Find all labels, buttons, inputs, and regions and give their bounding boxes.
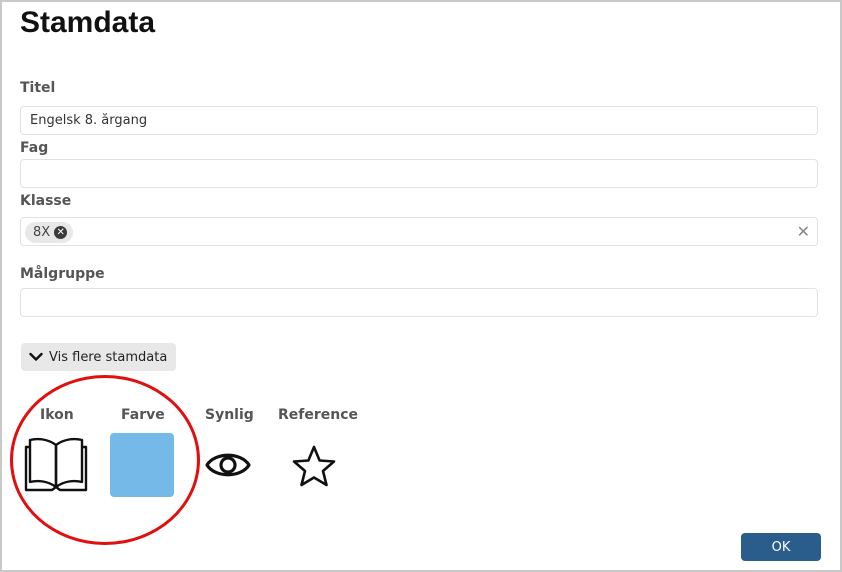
clear-icon[interactable]: ✕ — [797, 222, 810, 242]
klasse-chip-label: 8X — [33, 225, 51, 240]
farve-label: Farve — [121, 407, 165, 423]
titel-input[interactable] — [21, 107, 817, 134]
titel-field-wrapper — [20, 106, 818, 135]
show-more-label: Vis flere stamdata — [49, 349, 168, 365]
ok-button[interactable]: OK — [741, 533, 821, 561]
malgruppe-label: Målgruppe — [20, 266, 105, 282]
star-outline-icon[interactable] — [292, 445, 336, 487]
chevron-down-icon — [29, 352, 43, 361]
klasse-multiselect[interactable]: 8X ✕ ✕ — [20, 217, 818, 246]
eye-icon[interactable] — [205, 447, 251, 483]
ikon-label: Ikon — [40, 407, 74, 423]
open-book-icon[interactable] — [24, 435, 88, 493]
fag-label: Fag — [20, 140, 49, 156]
fag-field-wrapper — [20, 159, 818, 188]
page-title: Stamdata — [20, 6, 156, 39]
show-more-metadata-button[interactable]: Vis flere stamdata — [21, 343, 177, 371]
synlig-label: Synlig — [205, 407, 254, 423]
klasse-label: Klasse — [20, 193, 72, 209]
fag-input[interactable] — [21, 160, 817, 187]
malgruppe-input[interactable] — [21, 289, 817, 316]
klasse-chip: 8X ✕ — [25, 222, 74, 243]
reference-label: Reference — [278, 407, 359, 423]
dialog-frame: Stamdata Titel Fag Klasse 8X ✕ ✕ Målgrup… — [0, 0, 842, 572]
malgruppe-field-wrapper — [20, 288, 818, 317]
titel-label: Titel — [20, 80, 56, 96]
chip-remove-icon[interactable]: ✕ — [54, 226, 68, 239]
color-swatch[interactable] — [110, 433, 174, 497]
